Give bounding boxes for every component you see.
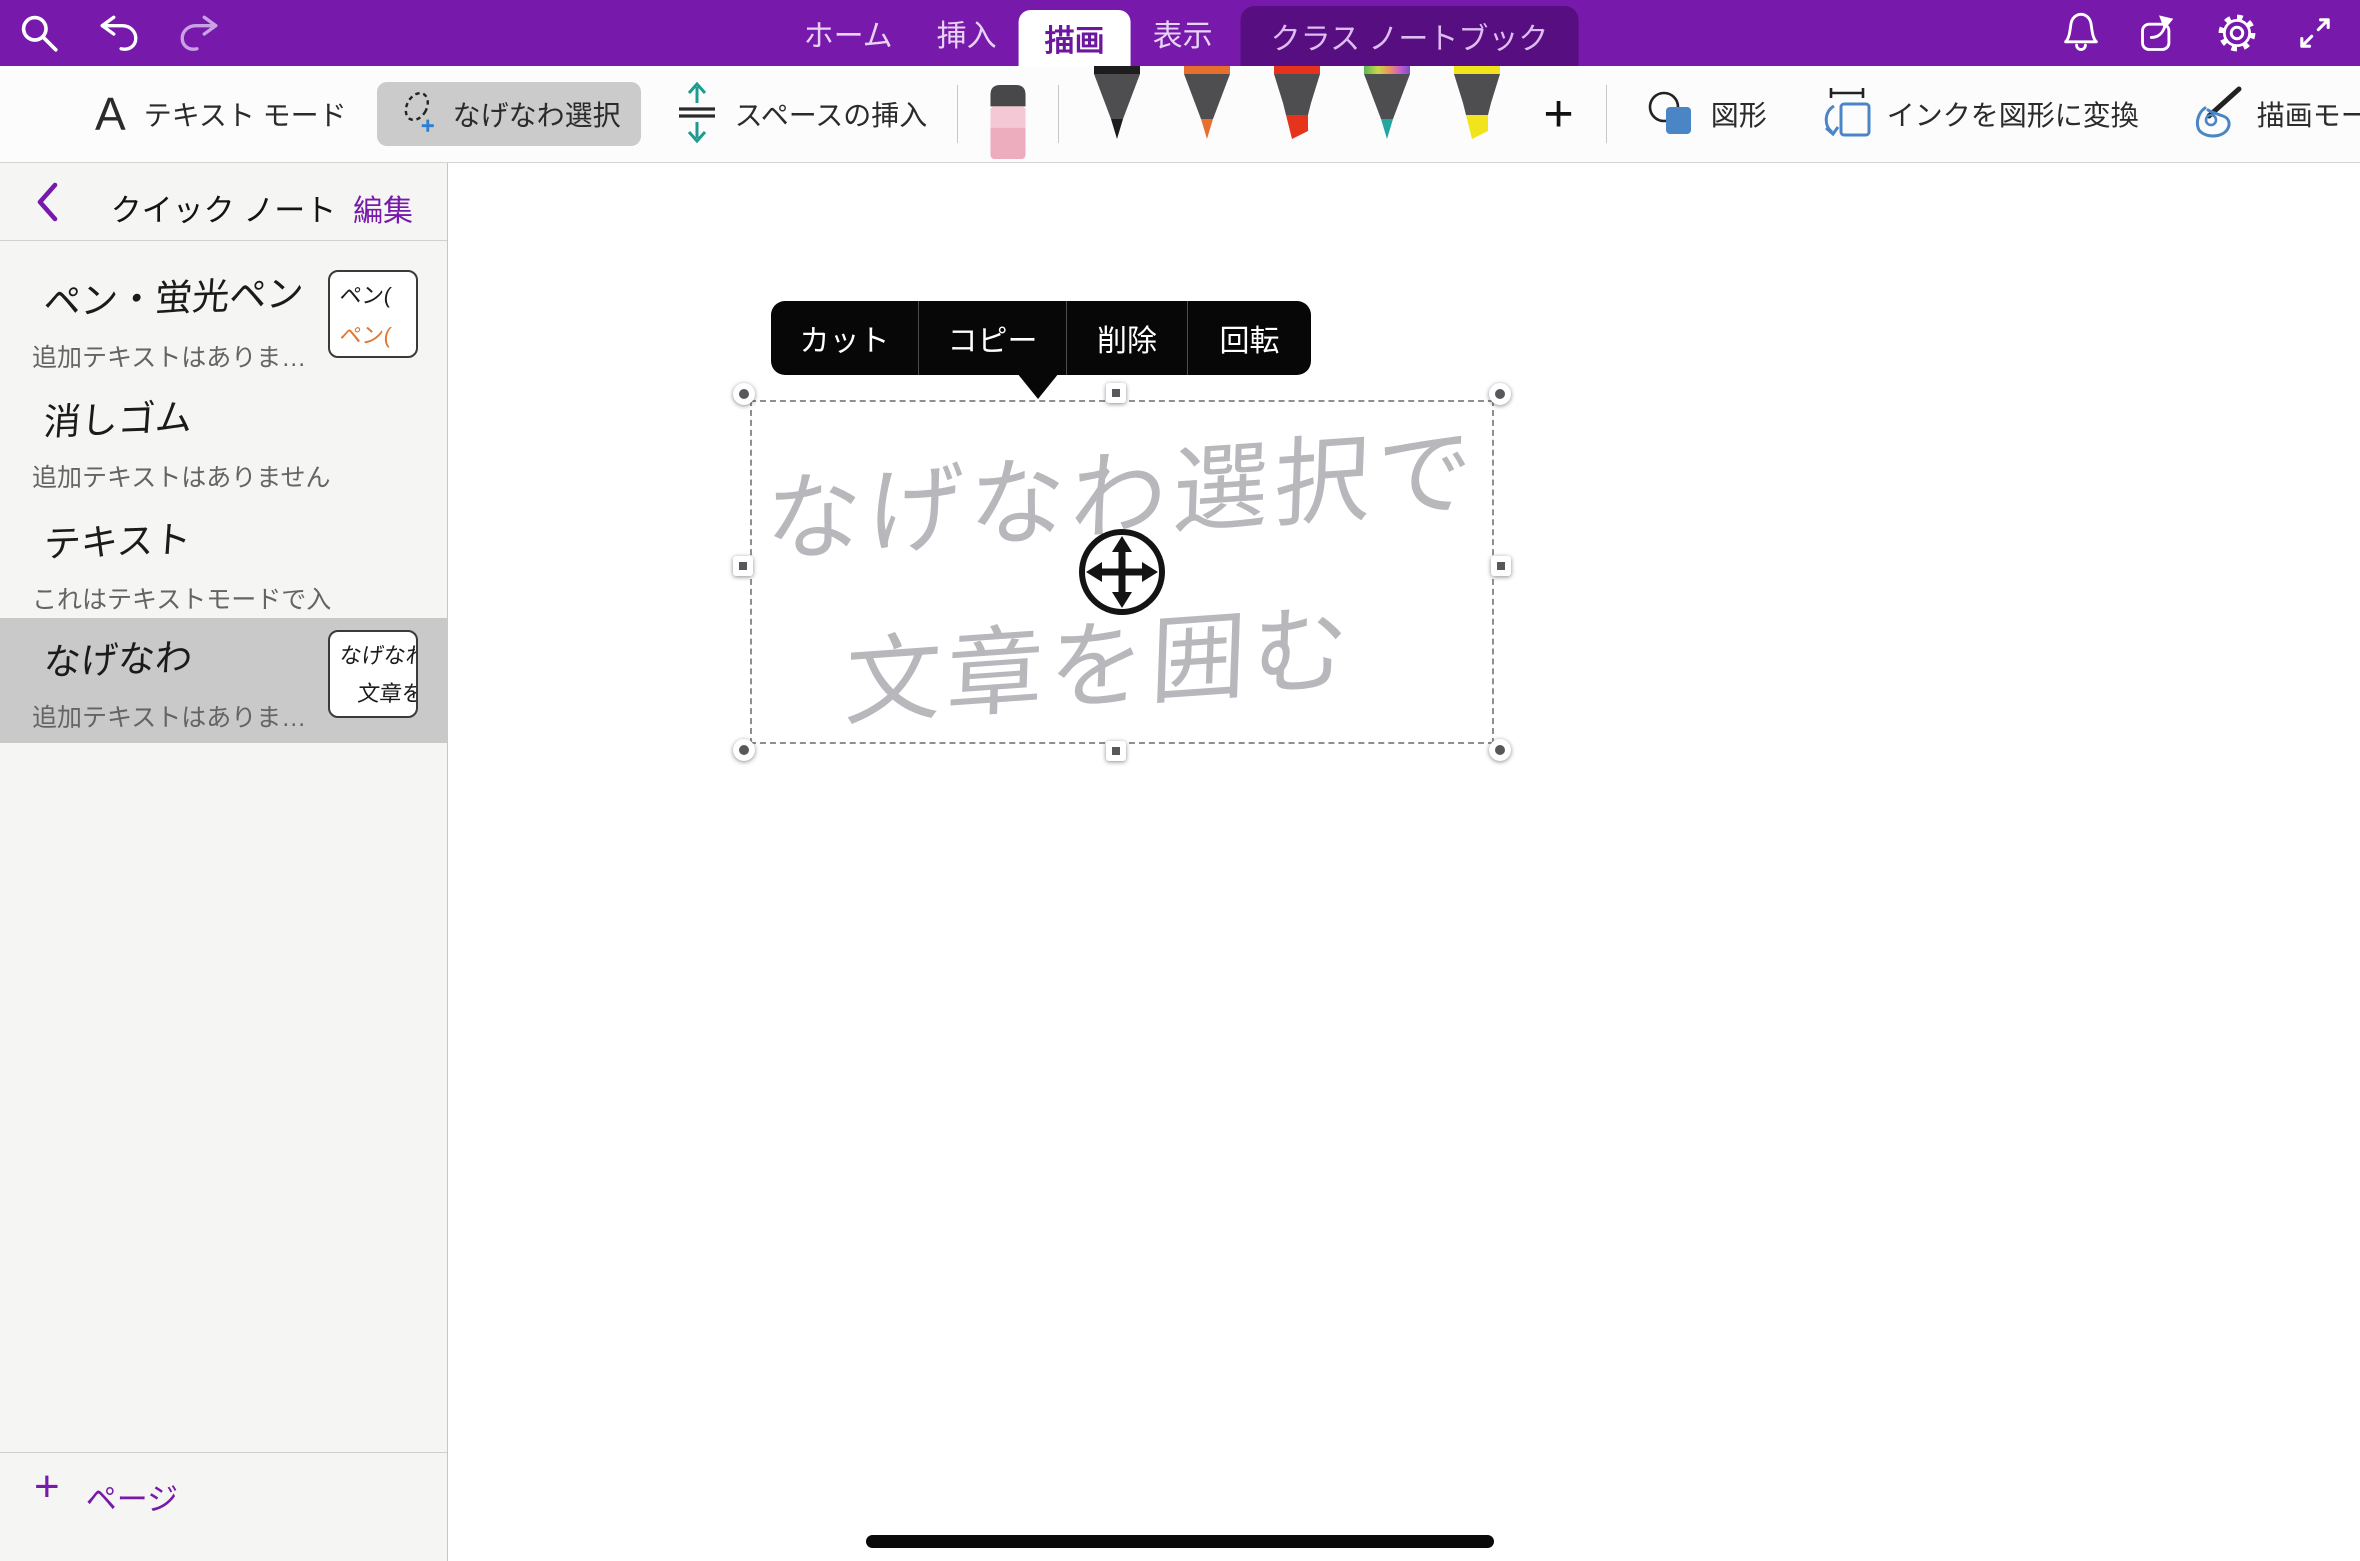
shapes-icon [1645,86,1699,143]
rotate-menu-item[interactable]: 回転 [1187,301,1311,375]
page-subtitle: これはテキストモードで入力し… [32,580,332,616]
move-selection-handle[interactable] [1076,526,1168,618]
insert-space-label: スペースの挿入 [735,94,928,134]
orange-pen-tool[interactable] [1177,66,1237,143]
fullscreen-icon[interactable] [2292,10,2338,56]
page-subtitle: 追加テキストはありま… [32,338,332,374]
red-highlighter-tool[interactable] [1267,66,1327,143]
page-title: テキスト [42,500,451,568]
lasso-select-button[interactable]: なげなわ選択 [377,82,641,146]
onenote-app: ホーム 挿入 描画 表示 クラス ノートブック A テキスト モード [0,0,2360,1561]
home-indicator-bar[interactable] [866,1535,1494,1548]
edit-button[interactable]: 編集 [353,186,413,230]
redo-icon[interactable] [176,10,222,56]
resize-handle-top-right[interactable] [1489,383,1511,405]
tab-view[interactable]: 表示 [1131,0,1235,66]
thumbnail-ink-text: ペン( [338,278,417,310]
tab-home[interactable]: ホーム [782,0,915,66]
ribbon-divider [957,85,958,143]
page-thumbnail: なげなわ 文章を [328,630,418,718]
ribbon-divider [1606,85,1607,143]
delete-menu-item[interactable]: 削除 [1066,301,1187,375]
draw-ribbon: A テキスト モード なげなわ選択 スペースの挿入 [0,66,2360,163]
ink-to-shape-button[interactable]: インクを図形に変換 [1817,84,2139,145]
thumbnail-ink-text: ペン( [338,318,417,350]
page-thumbnail: ペン( ペン( [328,270,418,358]
page-list-item[interactable]: 消しゴム 追加テキストはありません [0,378,448,498]
eraser-tool[interactable] [982,85,1034,159]
tab-insert[interactable]: 挿入 [915,0,1019,66]
page-title: 消しゴム [42,378,451,446]
tab-draw[interactable]: 描画 [1019,10,1131,66]
resize-handle-top[interactable] [1106,383,1126,403]
add-page-label: ページ [86,1474,178,1519]
ribbon-tabs: ホーム 挿入 描画 表示 クラス ノートブック [782,0,1579,66]
text-mode-icon: A [95,87,126,141]
resize-handle-bottom-right[interactable] [1489,739,1511,761]
resize-handle-bottom[interactable] [1106,741,1126,761]
page-list-item[interactable]: ペン・蛍光ペン 追加テキストはありま… ペン( ペン( [0,258,448,378]
lasso-label: なげなわ選択 [453,94,621,134]
search-icon[interactable] [16,10,62,56]
bell-icon[interactable] [2058,10,2104,56]
resize-handle-right[interactable] [1491,556,1511,576]
add-pen-button[interactable]: + [1543,88,1573,140]
page-subtitle: 追加テキストはありません [32,458,332,494]
topbar-left-icons [16,10,222,56]
cut-menu-item[interactable]: カット [771,301,918,375]
ink-to-shape-label: インクを図形に変換 [1887,94,2139,134]
draw-mode-icon [2189,84,2245,145]
note-canvas[interactable]: なげなわ選択で 文章を囲む カット コピー 削除 回転 [448,163,2360,1561]
settings-gear-icon[interactable] [2214,10,2260,56]
undo-icon[interactable] [96,10,142,56]
thumbnail-ink-text: 文章を [356,676,417,708]
ink-to-shape-icon [1817,84,1875,145]
thumbnail-ink-text: なげなわ [338,638,417,670]
resize-handle-left[interactable] [733,556,753,576]
insert-space-icon [671,79,723,150]
plus-icon: + [34,1469,60,1505]
ribbon-divider [1058,85,1059,143]
yellow-highlighter-tool[interactable] [1447,66,1507,143]
topbar-right-icons [2058,10,2338,56]
copy-menu-item[interactable]: コピー [918,301,1066,375]
pen-tray [1087,72,1507,156]
add-page-button[interactable]: + ページ [0,1452,447,1561]
sidebar-header: クイック ノート 編集 [0,163,447,241]
resize-handle-top-left[interactable] [733,383,755,405]
page-list-item[interactable]: テキスト これはテキストモードで入力し… [0,500,448,618]
context-menu-pointer [1017,373,1059,399]
insert-space-button[interactable]: スペースの挿入 [671,79,928,150]
shapes-button[interactable]: 図形 [1645,86,1767,143]
page-list-sidebar: クイック ノート 編集 ペン・蛍光ペン 追加テキストはありま… ペン( ペン( … [0,163,448,1561]
page-list-item-selected[interactable]: なげなわ 追加テキストはありま… なげなわ 文章を [0,618,448,743]
top-bar: ホーム 挿入 描画 表示 クラス ノートブック [0,0,2360,66]
black-pen-tool[interactable] [1087,66,1147,143]
ink-context-menu: カット コピー 削除 回転 [771,301,1311,375]
lasso-icon [397,89,441,140]
draw-mode-label: 描画モード [2257,94,2360,134]
draw-mode-button[interactable]: 描画モード [2189,84,2360,145]
tab-class-notebook[interactable]: クラス ノートブック [1241,6,1579,66]
share-icon[interactable] [2136,10,2182,56]
page-subtitle: 追加テキストはありま… [32,698,332,734]
resize-handle-bottom-left[interactable] [733,739,755,761]
galaxy-pen-tool[interactable] [1357,66,1417,143]
text-mode-button[interactable]: テキスト モード [144,94,347,134]
shapes-label: 図形 [1711,94,1767,134]
